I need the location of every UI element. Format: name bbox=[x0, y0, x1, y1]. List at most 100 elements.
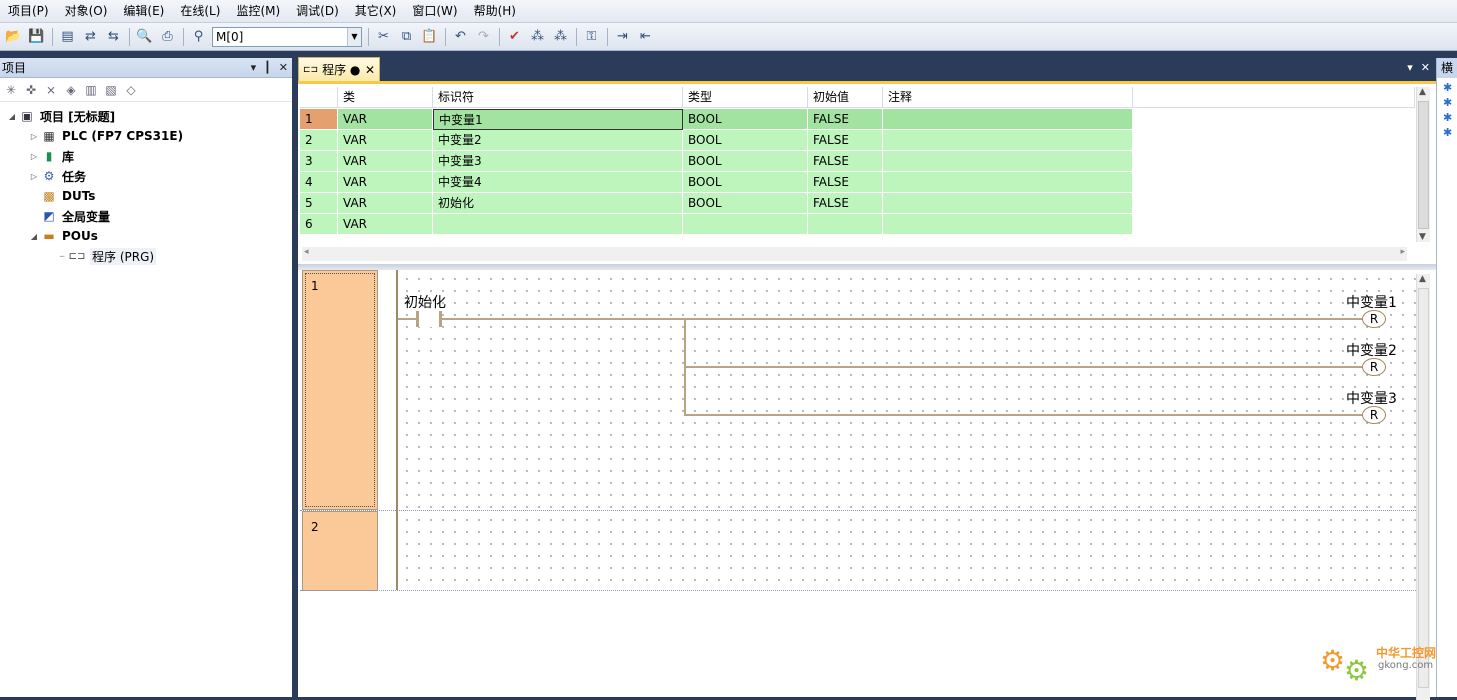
tree-item-plc[interactable]: ▷ ▦ PLC (FP7 CPS31E) bbox=[0, 126, 292, 146]
compile-icon[interactable]: ⇄ bbox=[80, 26, 102, 48]
vertical-scrollbar[interactable]: ▲ bbox=[1416, 274, 1430, 700]
table-row[interactable]: 1 VAR 中变量1 BOOL FALSE bbox=[300, 109, 1415, 130]
vertical-scrollbar[interactable]: ▲ ▼ bbox=[1416, 87, 1430, 242]
menu-monitor[interactable]: 监控(M) bbox=[228, 0, 288, 23]
column-header-type[interactable]: 类型 bbox=[683, 87, 808, 108]
menu-window[interactable]: 窗口(W) bbox=[404, 0, 465, 23]
undo-icon[interactable]: ↶ bbox=[450, 26, 472, 48]
table-row[interactable]: 3 VAR 中变量3 BOOL FALSE bbox=[300, 151, 1415, 172]
redo-icon[interactable]: ↷ bbox=[473, 26, 495, 48]
paste-icon[interactable]: 📋 bbox=[419, 26, 441, 48]
coil-label[interactable]: 中变量3 bbox=[1346, 388, 1397, 408]
tree-item-global-vars[interactable]: ◩ 全局变量 bbox=[0, 206, 292, 226]
table-row[interactable]: 4 VAR 中变量4 BOOL FALSE bbox=[300, 172, 1415, 193]
contact-label[interactable]: 初始化 bbox=[404, 292, 446, 312]
close-icon[interactable]: ✕ bbox=[365, 63, 375, 77]
tab-program[interactable]: ⊏⊐ 程序 ● ✕ bbox=[298, 57, 380, 81]
expand-icon[interactable]: ▷ bbox=[28, 172, 40, 181]
toolbox-icon[interactable]: ✱ bbox=[1443, 126, 1455, 139]
tree-item-tasks[interactable]: ▷ ⚙ 任务 bbox=[0, 166, 292, 186]
variable-combo[interactable]: M[0] ▼ bbox=[212, 26, 362, 47]
compile-all-icon[interactable]: ⇆ bbox=[103, 26, 125, 48]
scrollbar-thumb[interactable] bbox=[1418, 101, 1429, 229]
menu-online[interactable]: 在线(L) bbox=[172, 0, 228, 23]
right-panel-title[interactable]: 横 bbox=[1437, 58, 1457, 78]
scroll-up-icon[interactable]: ▲ bbox=[1419, 87, 1426, 97]
online-icon[interactable]: ⚿ bbox=[581, 26, 603, 48]
open-icon[interactable]: 📂 bbox=[3, 26, 25, 48]
column-header[interactable] bbox=[300, 87, 338, 108]
expand-icon[interactable]: ▷ bbox=[28, 152, 40, 161]
dropdown-icon[interactable]: ▾ bbox=[251, 61, 257, 74]
coil-label[interactable]: 中变量1 bbox=[1346, 292, 1397, 312]
tree-item-duts[interactable]: ▩ DUTs bbox=[0, 186, 292, 206]
close-icon[interactable]: ✕ bbox=[279, 61, 288, 74]
tree-item-pous[interactable]: ◢ ▬ POUs bbox=[0, 226, 292, 246]
library-manager-icon[interactable]: ▥ bbox=[83, 82, 99, 98]
menu-debug[interactable]: 调试(D) bbox=[288, 0, 347, 23]
menu-help[interactable]: 帮助(H) bbox=[466, 0, 524, 23]
delete-object-icon[interactable]: ⨯ bbox=[43, 82, 59, 98]
library-icon[interactable]: ▧ bbox=[103, 82, 119, 98]
indent-icon[interactable]: ⇥ bbox=[612, 26, 634, 48]
menu-object[interactable]: 对象(O) bbox=[57, 0, 116, 23]
close-icon[interactable]: ✕ bbox=[1421, 61, 1430, 74]
tree-item-label: DUTs bbox=[62, 189, 96, 203]
expand-icon[interactable]: ▷ bbox=[28, 132, 40, 141]
scroll-up-icon[interactable]: ▲ bbox=[1419, 274, 1426, 284]
tree-item-library[interactable]: ▷ ▮ 库 bbox=[0, 146, 292, 166]
print-icon[interactable]: ⎙ bbox=[157, 26, 179, 48]
global-var-icon: ◩ bbox=[43, 209, 55, 223]
menu-project[interactable]: 项目(P) bbox=[0, 0, 57, 23]
toolbox-icon[interactable]: ✱ bbox=[1443, 81, 1455, 94]
outdent-icon[interactable]: ⇤ bbox=[635, 26, 657, 48]
collapse-icon[interactable]: ◢ bbox=[28, 232, 40, 241]
cut-icon[interactable]: ✂ bbox=[373, 26, 395, 48]
pin-icon[interactable]: ┃ bbox=[264, 61, 271, 74]
find-icon[interactable]: ⚲ bbox=[188, 26, 210, 48]
network-label[interactable]: 1 bbox=[302, 270, 378, 510]
layers-icon[interactable]: ◇ bbox=[123, 82, 139, 98]
menu-edit[interactable]: 编辑(E) bbox=[115, 0, 172, 23]
dropdown-icon[interactable]: ▾ bbox=[1407, 61, 1413, 74]
program-icon: ⊏⊐ bbox=[68, 250, 86, 262]
chevron-down-icon[interactable]: ▼ bbox=[347, 27, 361, 46]
check-all-icon[interactable]: ⁂ bbox=[527, 26, 549, 48]
check-project-icon[interactable]: ⁂ bbox=[550, 26, 572, 48]
horizontal-scrollbar[interactable]: ◂ ▸ bbox=[302, 247, 1407, 261]
check-icon[interactable]: ✔ bbox=[504, 26, 526, 48]
add-device-icon[interactable]: ✜ bbox=[23, 82, 39, 98]
add-object-icon[interactable]: ✳ bbox=[3, 82, 19, 98]
table-row[interactable]: 2 VAR 中变量2 BOOL FALSE bbox=[300, 130, 1415, 151]
scroll-right-icon[interactable]: ▸ bbox=[1400, 247, 1405, 257]
column-header-class[interactable]: 类 bbox=[338, 87, 433, 108]
column-header-comment[interactable]: 注释 bbox=[883, 87, 1133, 108]
network-grid[interactable] bbox=[398, 270, 1416, 510]
collapse-icon[interactable]: ◢ bbox=[6, 112, 18, 121]
scroll-down-icon[interactable]: ▼ bbox=[1419, 232, 1426, 242]
print-preview-icon[interactable]: 🔍 bbox=[134, 26, 156, 48]
device-icon[interactable]: ▤ bbox=[57, 26, 79, 48]
gear-icon: ⚙ bbox=[1344, 654, 1370, 687]
tree-item-project[interactable]: ◢ ▣ 项目 [无标题] bbox=[0, 106, 292, 126]
no-contact[interactable] bbox=[416, 311, 442, 327]
menu-other[interactable]: 其它(X) bbox=[347, 0, 405, 23]
toolbox-icon[interactable]: ✱ bbox=[1443, 111, 1455, 124]
tree-item-program[interactable]: ┈ ⊏⊐ 程序 (PRG) bbox=[0, 246, 292, 266]
scroll-left-icon[interactable]: ◂ bbox=[304, 247, 309, 257]
network-label[interactable]: 2 bbox=[302, 511, 378, 591]
table-row[interactable]: 6 VAR bbox=[300, 214, 1415, 235]
scrollbar-thumb[interactable] bbox=[1418, 288, 1429, 688]
reset-coil[interactable]: R bbox=[1362, 406, 1386, 424]
toolbox-icon[interactable]: ✱ bbox=[1443, 96, 1455, 109]
column-header-identifier[interactable]: 标识符 bbox=[433, 87, 683, 108]
coil-label[interactable]: 中变量2 bbox=[1346, 340, 1397, 360]
reset-coil[interactable]: R bbox=[1362, 358, 1386, 376]
copy-icon[interactable]: ⧉ bbox=[396, 26, 418, 48]
save-icon[interactable]: 💾 bbox=[26, 26, 48, 48]
column-header-initial[interactable]: 初始值 bbox=[808, 87, 883, 108]
table-row[interactable]: 5 VAR 初始化 BOOL FALSE bbox=[300, 193, 1415, 214]
properties-icon[interactable]: ◈ bbox=[63, 82, 79, 98]
reset-coil[interactable]: R bbox=[1362, 310, 1386, 328]
network-grid[interactable] bbox=[398, 511, 1416, 590]
